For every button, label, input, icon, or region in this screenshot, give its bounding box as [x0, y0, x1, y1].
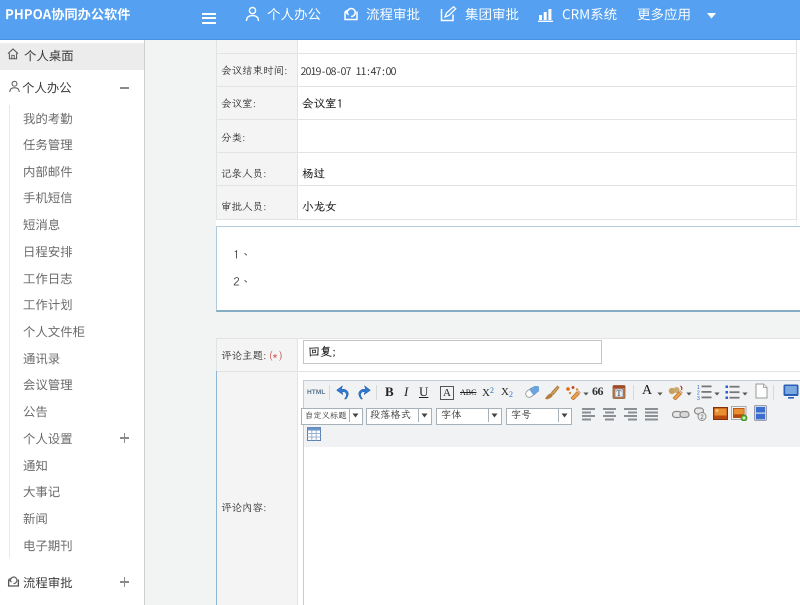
svg-text:T: T [617, 389, 622, 398]
svg-text:3: 3 [697, 396, 700, 400]
